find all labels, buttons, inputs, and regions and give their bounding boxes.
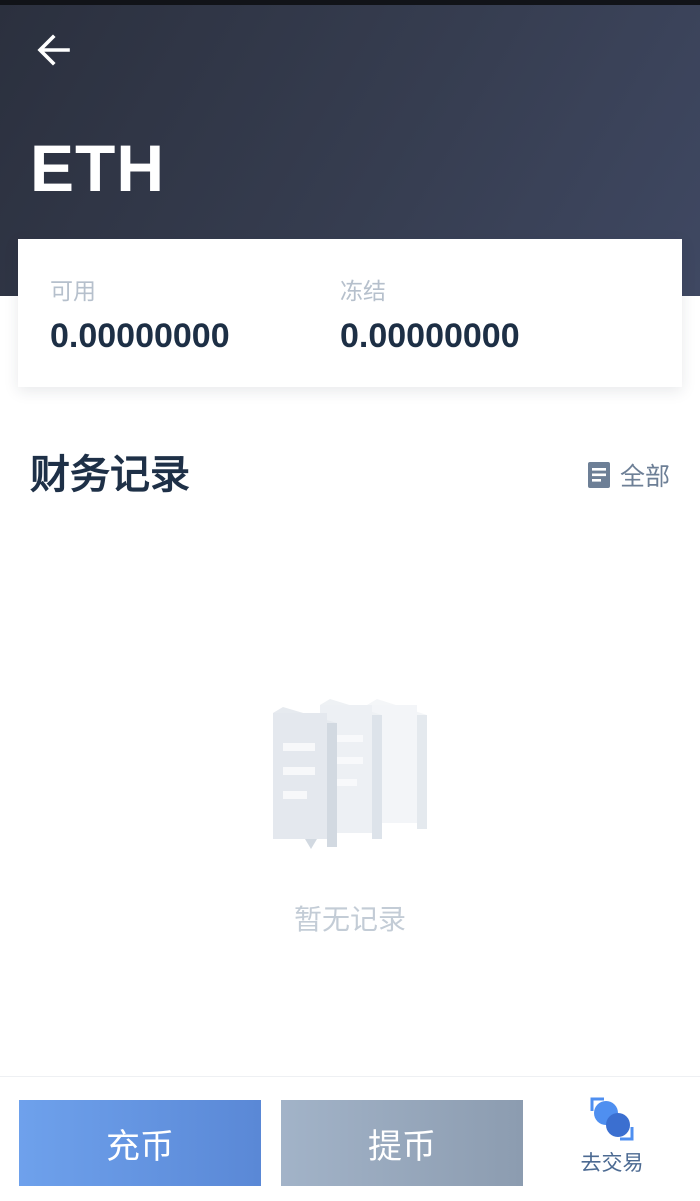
- empty-documents-illustration: [265, 695, 435, 855]
- view-all-label: 全部: [619, 462, 670, 491]
- records-title: 财务记录: [30, 452, 190, 498]
- arrow-left-icon: [37, 34, 70, 66]
- bottom-action-bar: 充币 提币 去交易: [0, 1076, 700, 1201]
- frozen-label: 冻结: [340, 279, 386, 305]
- available-label: 可用: [50, 279, 96, 305]
- trade-button[interactable]: 去交易: [560, 1097, 664, 1191]
- available-balance: 可用 0.00000000: [50, 277, 230, 355]
- view-all-button[interactable]: 全部: [587, 456, 670, 494]
- balance-card: 可用 0.00000000 冻结 0.00000000: [18, 239, 682, 387]
- back-button[interactable]: [30, 28, 78, 72]
- document-list-icon: [587, 462, 610, 488]
- available-value: 0.00000000: [50, 317, 230, 355]
- frozen-value: 0.00000000: [340, 317, 520, 355]
- withdraw-button[interactable]: 提币: [281, 1100, 523, 1186]
- frozen-balance: 冻结 0.00000000: [340, 277, 520, 355]
- exchange-circles-icon: [590, 1097, 634, 1141]
- empty-state-text: 暂无记录: [293, 903, 406, 936]
- coin-title: ETH: [30, 131, 165, 205]
- status-bar-strip: [0, 0, 700, 5]
- trade-label: 去交易: [580, 1151, 644, 1175]
- deposit-button[interactable]: 充币: [19, 1100, 261, 1186]
